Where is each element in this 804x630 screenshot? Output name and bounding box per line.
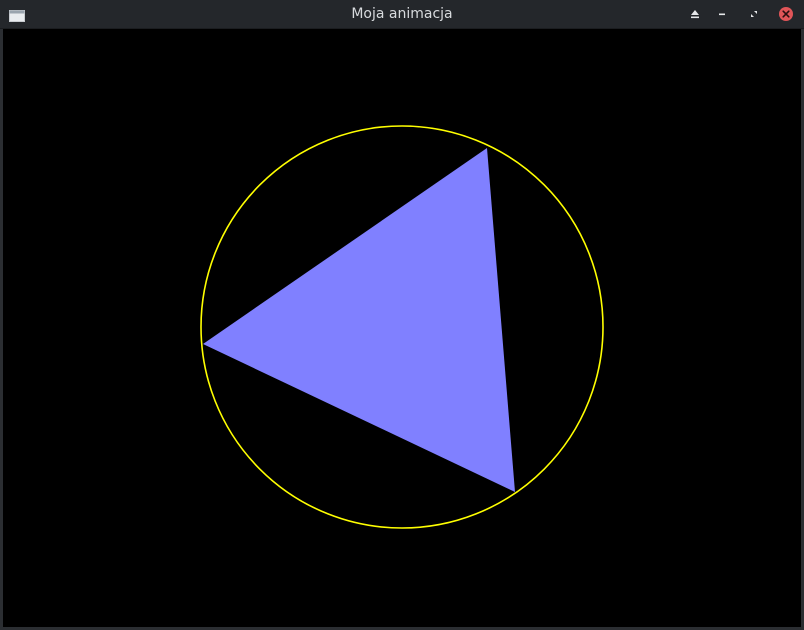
maximize-icon bbox=[751, 11, 757, 17]
close-button[interactable] bbox=[778, 6, 794, 22]
minimize-button[interactable] bbox=[714, 6, 730, 22]
animation-scene bbox=[3, 29, 801, 627]
animation-canvas[interactable] bbox=[3, 29, 801, 627]
title-bar[interactable]: Moja animacja bbox=[0, 0, 804, 29]
close-icon bbox=[779, 7, 793, 21]
maximize-button[interactable] bbox=[746, 6, 762, 22]
window-title: Moja animacja bbox=[351, 6, 453, 22]
keep-above-button[interactable] bbox=[687, 6, 703, 22]
minimize-icon bbox=[719, 13, 725, 16]
application-window: Moja animacja bbox=[0, 0, 804, 630]
eject-triangle-icon bbox=[691, 10, 699, 19]
